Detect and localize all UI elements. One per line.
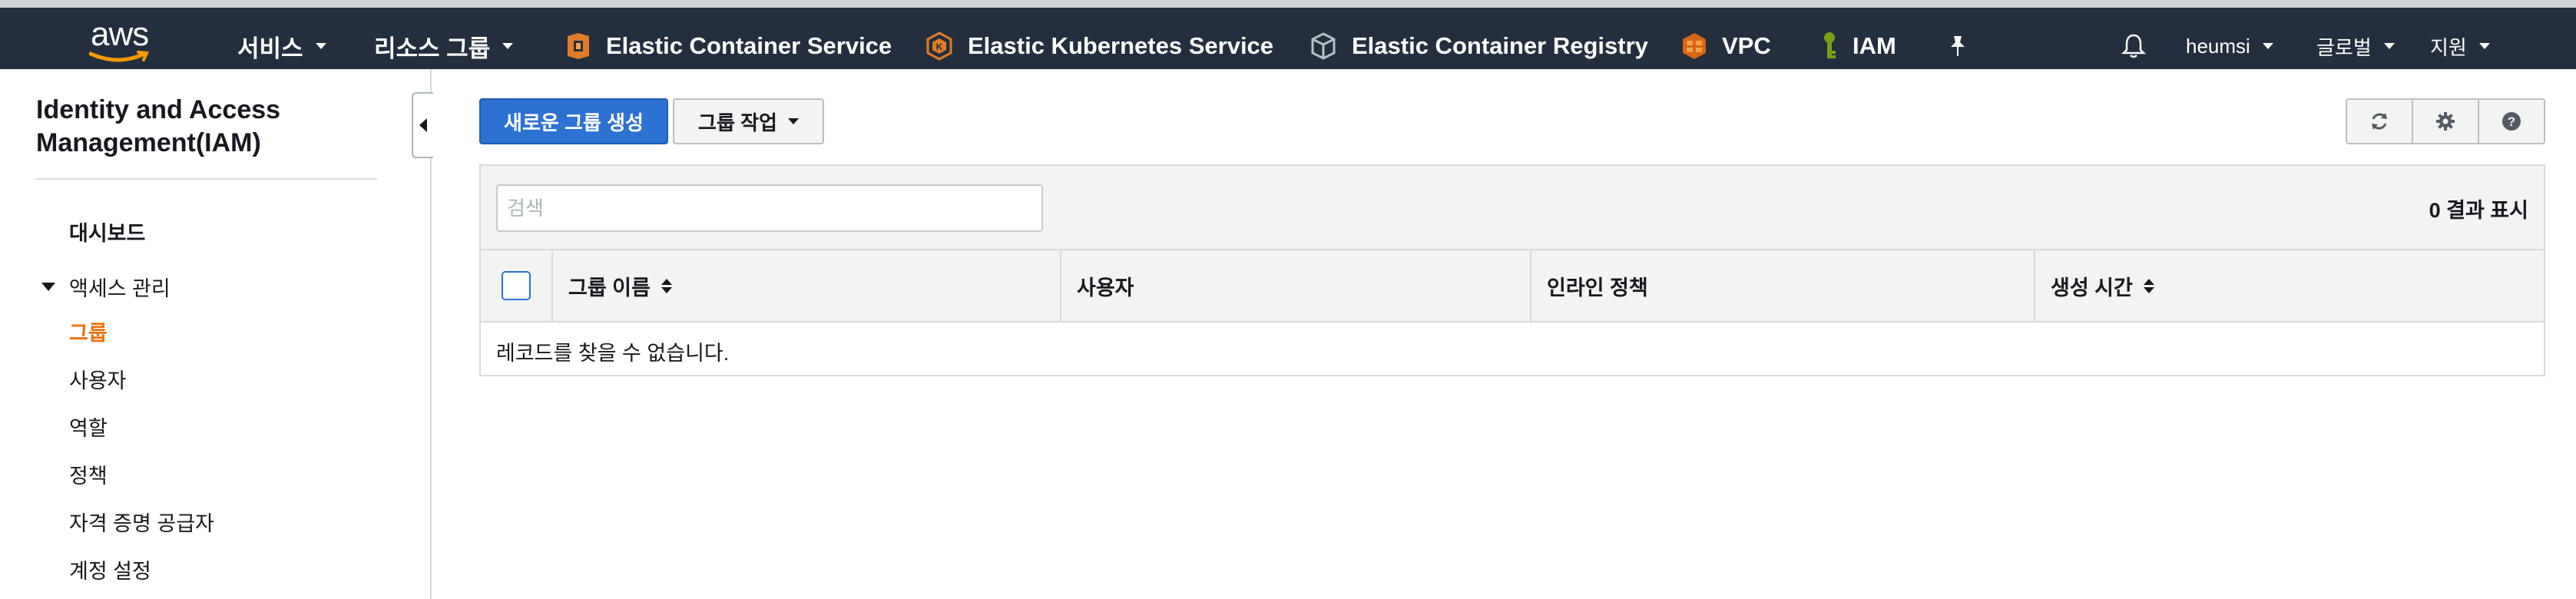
sidebar-item-account-settings[interactable]: 계정 설정 [69, 554, 151, 584]
sort-icon [661, 278, 672, 293]
column-header-label: 그룹 이름 [568, 276, 651, 300]
pinned-iam[interactable]: IAM [1820, 15, 1896, 77]
account-menu[interactable]: heumsi [2186, 15, 2273, 77]
column-header-creation-time[interactable]: 생성 시간 [2034, 250, 2544, 321]
pinned-iam-label: IAM [1853, 32, 1896, 59]
create-group-button[interactable]: 새로운 그룹 생성 [479, 98, 668, 144]
account-menu-label: heumsi [2186, 34, 2250, 58]
resource-groups-menu[interactable]: 리소스 그룹 [374, 15, 514, 77]
sort-icon [2143, 278, 2154, 293]
pinned-ecr-label: Elastic Container Registry [1352, 32, 1648, 59]
aws-smile-icon [89, 51, 149, 62]
select-all-cell [481, 250, 551, 321]
groups-table-panel: 0 결과 표시 그룹 이름 사용자 인라인 정책 생성 시간 레코드를 찾을 수… [479, 164, 2545, 376]
ecs-icon [568, 33, 589, 59]
chevron-down-icon [502, 43, 514, 49]
group-actions-button[interactable]: 그룹 작업 [673, 98, 824, 144]
pushpin-icon [1951, 36, 1965, 56]
sidebar: Identity and Access Management(IAM) 대시보드… [0, 69, 432, 599]
column-header-label: 인라인 정책 [1547, 276, 1648, 300]
select-all-checkbox[interactable] [502, 271, 531, 300]
refresh-button[interactable] [2347, 100, 2413, 143]
caret-left-icon [419, 118, 427, 132]
sidebar-item-dashboard[interactable]: 대시보드 [69, 217, 145, 247]
help-button[interactable]: ? [2479, 100, 2544, 143]
sidebar-item-groups[interactable]: 그룹 [69, 316, 108, 346]
pinned-eks[interactable]: K Elastic Kubernetes Service [925, 15, 1273, 77]
sidebar-item-policies[interactable]: 정책 [69, 459, 108, 489]
refresh-icon [2372, 113, 2387, 130]
pinned-vpc[interactable]: VPC [1680, 15, 1771, 77]
sidebar-section-access-management[interactable]: 액세스 관리 [41, 272, 171, 302]
aws-logo[interactable]: aws [83, 15, 167, 69]
sidebar-title: Identity and Access Management(IAM) [36, 95, 281, 157]
sidebar-section-label: 액세스 관리 [69, 277, 171, 300]
support-menu-label: 지원 [2430, 35, 2467, 59]
column-header-users: 사용자 [1060, 250, 1530, 321]
pinned-eks-label: Elastic Kubernetes Service [968, 32, 1274, 59]
top-navigation-bar: aws 서비스 리소스 그룹 Elastic Container Service… [0, 0, 2576, 69]
empty-table-message: 레코드를 찾을 수 없습니다. [496, 342, 730, 365]
notifications-button[interactable] [2121, 15, 2146, 77]
sidebar-item-roles[interactable]: 역할 [69, 412, 108, 442]
services-menu-label: 서비스 [237, 35, 303, 62]
services-menu[interactable]: 서비스 [237, 15, 326, 77]
caret-down-icon [41, 283, 55, 291]
chevron-down-icon [2478, 43, 2490, 49]
ecr-icon [1311, 32, 1336, 60]
table-header: 그룹 이름 사용자 인라인 정책 생성 시간 [481, 250, 2544, 323]
region-menu-label: 글로벌 [2316, 35, 2372, 59]
column-header-inline-policy: 인라인 정책 [1530, 250, 2034, 321]
pin-services-button[interactable] [1948, 15, 1968, 77]
aws-logo-text: aws [91, 15, 149, 53]
column-header-label: 생성 시간 [2051, 276, 2133, 300]
sidebar-collapse-button[interactable] [412, 92, 433, 158]
support-menu[interactable]: 지원 [2430, 15, 2490, 77]
vpc-icon [1683, 33, 1706, 59]
svg-text:K: K [936, 41, 943, 52]
pinned-vpc-label: VPC [1722, 32, 1771, 59]
pinned-ecs[interactable]: Elastic Container Service [565, 15, 892, 77]
resource-groups-menu-label: 리소스 그룹 [374, 35, 491, 62]
settings-button[interactable] [2413, 100, 2479, 143]
chevron-down-icon [2262, 43, 2273, 49]
column-header-label: 사용자 [1077, 276, 1134, 300]
chevron-down-icon [787, 118, 799, 124]
group-actions-label: 그룹 작업 [698, 111, 777, 134]
svg-text:?: ? [2508, 114, 2515, 129]
column-header-group-name[interactable]: 그룹 이름 [551, 250, 1060, 321]
pinned-ecs-label: Elastic Container Service [606, 32, 892, 59]
eks-icon: K [926, 31, 952, 61]
iam-key-icon [1824, 32, 1836, 58]
table-tools: ? [2346, 98, 2545, 144]
gear-icon [2436, 112, 2455, 131]
bell-icon [2121, 34, 2146, 58]
result-count: 0 결과 표시 [2429, 199, 2528, 222]
search-input[interactable] [496, 184, 1043, 232]
pinned-ecr[interactable]: Elastic Container Registry [1309, 15, 1648, 77]
region-menu[interactable]: 글로벌 [2316, 15, 2395, 77]
sidebar-divider [36, 178, 377, 180]
table-filter-bar: 0 결과 표시 [481, 166, 2544, 250]
sidebar-item-identity-providers[interactable]: 자격 증명 공급자 [69, 507, 214, 537]
sidebar-item-users[interactable]: 사용자 [69, 364, 127, 394]
help-icon: ? [2502, 112, 2521, 131]
chevron-down-icon [315, 43, 326, 49]
chevron-down-icon [2383, 43, 2395, 49]
